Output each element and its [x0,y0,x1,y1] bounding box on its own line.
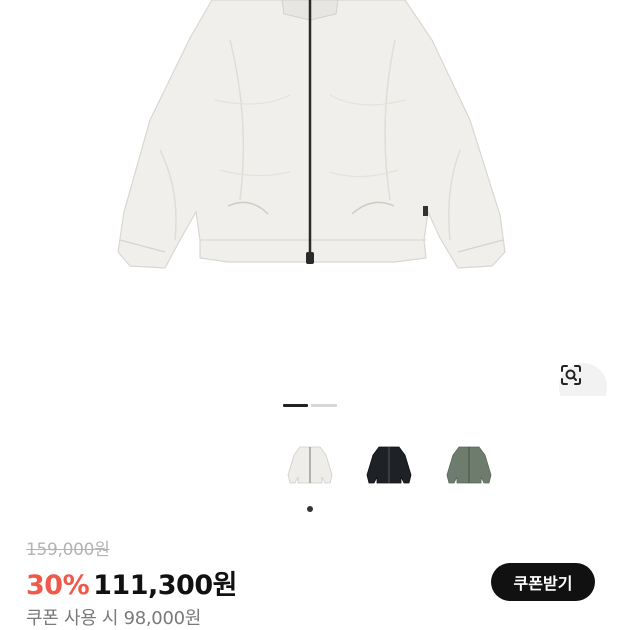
color-swatch-white[interactable] [282,437,338,493]
product-image-carousel[interactable] [0,0,620,396]
discount-rate: 30% [26,570,90,601]
sale-price: 111,300원 [93,570,237,601]
product-image [117,0,506,269]
coupon-price: 쿠폰 사용 시 98,000원 [26,608,202,629]
color-swatch-black[interactable] [361,437,417,493]
carousel-indicator-inactive[interactable] [311,404,337,407]
original-price: 159,000원 [26,540,110,560]
price-row: 30% 111,300원 [26,563,237,602]
get-coupon-button[interactable]: 쿠폰받기 [491,563,595,601]
color-swatch-green[interactable] [441,437,497,493]
selected-color-dot [307,506,313,512]
carousel-indicator-active[interactable] [283,404,308,407]
